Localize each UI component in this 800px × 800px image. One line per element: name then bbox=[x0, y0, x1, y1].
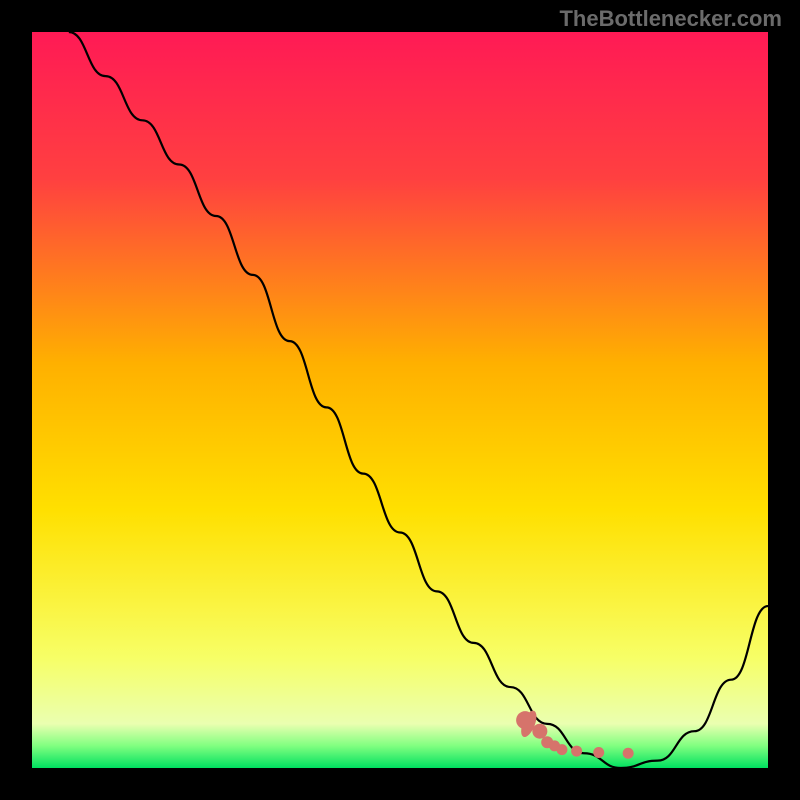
highlight-dot bbox=[593, 747, 604, 758]
highlight-dot bbox=[556, 744, 567, 755]
plot-area bbox=[32, 32, 768, 768]
highlight-dot bbox=[623, 748, 634, 759]
chart-svg bbox=[32, 32, 768, 768]
chart-container: TheBottlenecker.com bbox=[0, 0, 800, 800]
highlight-dot bbox=[532, 724, 547, 739]
highlight-dot bbox=[516, 711, 534, 729]
highlight-dot bbox=[571, 746, 582, 757]
watermark-text: TheBottlenecker.com bbox=[559, 6, 782, 32]
gradient-background bbox=[32, 32, 768, 768]
